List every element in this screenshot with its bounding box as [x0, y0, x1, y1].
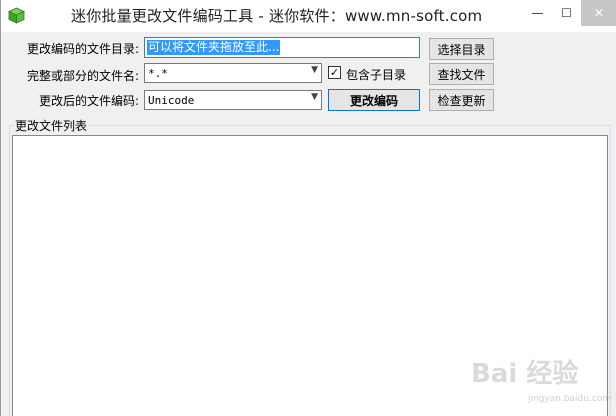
- green-cube-icon: [8, 7, 25, 24]
- watermark-logo: Bai 经验: [471, 359, 579, 389]
- encoding-label: 更改后的文件编码:: [38, 94, 139, 108]
- watermark-url: jingyan.baidu.com: [528, 394, 612, 404]
- close-button[interactable]: ✕: [581, 0, 616, 26]
- check-update-button[interactable]: 检查更新: [429, 89, 494, 111]
- name-label: 完整或部分的文件名:: [26, 69, 139, 83]
- check-icon: ✓: [329, 66, 340, 79]
- window-title: 迷你批量更改文件编码工具 - 迷你软件：www.mn-soft.com: [71, 7, 483, 25]
- file-list-group-label: 更改文件列表: [14, 117, 89, 134]
- filename-combo[interactable]: *.* ▼: [144, 63, 322, 83]
- dir-label: 更改编码的文件目录:: [26, 42, 139, 56]
- chevron-down-icon: ▼: [311, 92, 318, 102]
- filename-value: *.*: [148, 67, 168, 80]
- change-encoding-button[interactable]: 更改编码: [328, 89, 420, 111]
- encoding-value: Unicode: [148, 94, 195, 107]
- chevron-down-icon: ▼: [311, 65, 318, 75]
- encoding-combo[interactable]: Unicode ▼: [144, 90, 322, 110]
- choose-dir-button[interactable]: 选择目录: [429, 38, 494, 60]
- maximize-button[interactable]: ☐: [552, 0, 581, 26]
- dir-input-value: 可以将文件夹拖放至此...: [147, 40, 281, 55]
- title-bar[interactable]: 迷你批量更改文件编码工具 - 迷你软件：www.mn-soft.com — ☐ …: [1, 0, 616, 32]
- include-sub-checkbox[interactable]: ✓: [328, 66, 341, 79]
- find-files-button[interactable]: 查找文件: [429, 63, 494, 85]
- include-sub-label[interactable]: 包含子目录: [346, 66, 406, 83]
- app-window: 迷你批量更改文件编码工具 - 迷你软件：www.mn-soft.com — ☐ …: [0, 0, 616, 416]
- minimize-button[interactable]: —: [523, 0, 552, 26]
- dir-input[interactable]: 可以将文件夹拖放至此...: [144, 37, 420, 58]
